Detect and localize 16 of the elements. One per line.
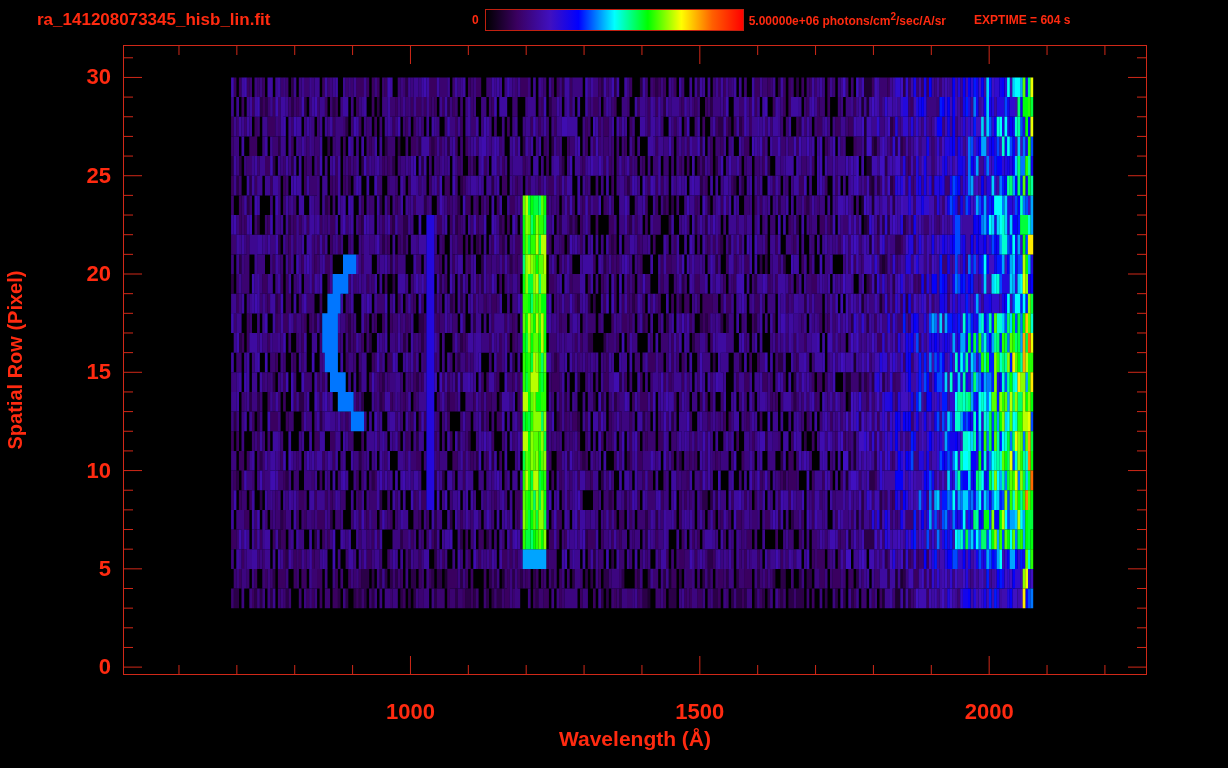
y-tick-label: 0 [98,654,111,681]
x-axis-title: Wavelength (Å) [558,727,712,751]
x-tick-label: 2000 [964,699,1014,725]
y-tick-label: 10 [86,457,111,484]
y-axis-title: Spatial Row (Pixel) [3,270,27,450]
exposure-time: EXPTIME = 604 s [974,12,1071,27]
y-tick-label: 30 [86,64,111,91]
y-tick-label: 20 [86,261,111,287]
x-tick-label: 1500 [675,699,725,725]
x-tick-label: 1000 [386,699,435,725]
y-tick-label: 15 [86,359,111,386]
y-tick-label: 5 [98,555,111,582]
y-tick-label: 25 [86,162,111,189]
colorbar-max-label: 5.00000e+06 photons/cm$^{2}$/sec/A/sr [748,11,947,28]
colorbar-min-label: 0 [472,12,479,27]
file-title: ra_141208073345_hisb_lin.fit [37,9,272,30]
